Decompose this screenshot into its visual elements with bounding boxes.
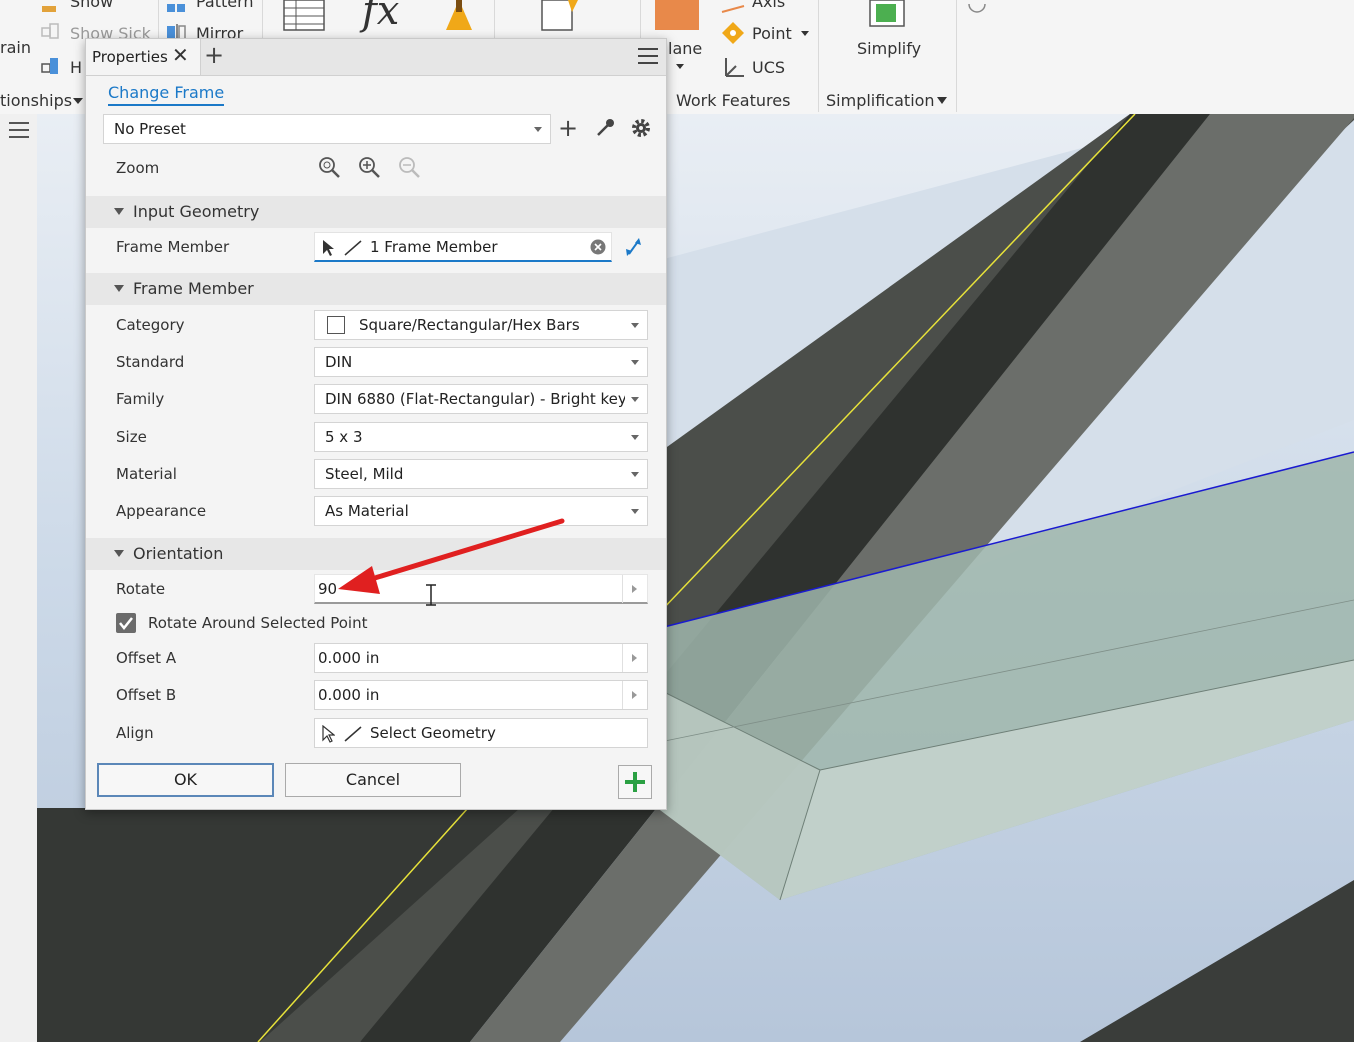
text-cursor-icon [426, 584, 436, 606]
annotation-arrow [338, 518, 565, 594]
